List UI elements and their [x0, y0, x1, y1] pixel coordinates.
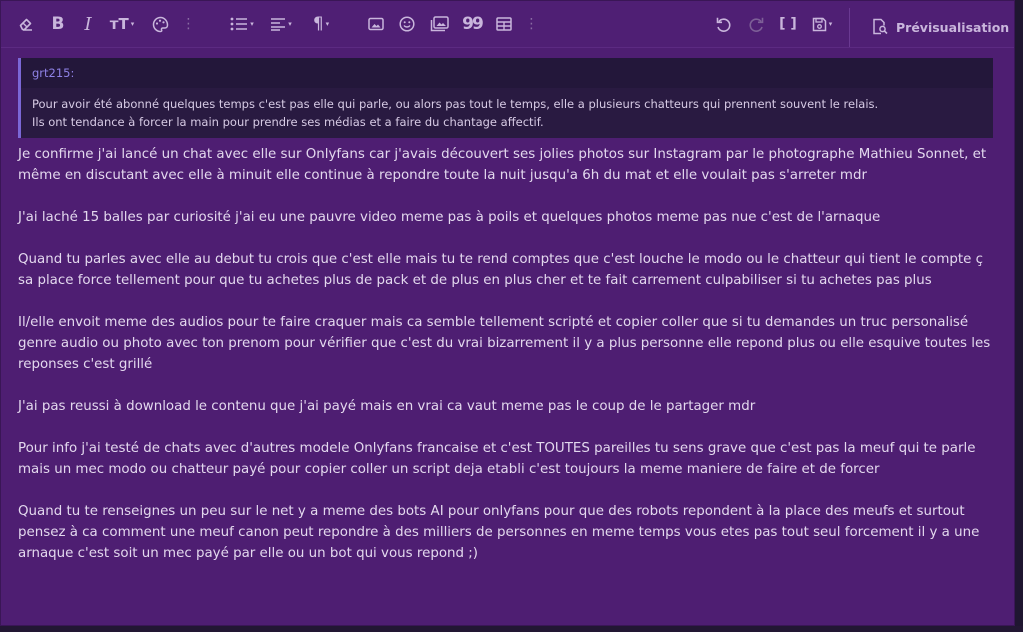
save-draft-icon — [812, 17, 827, 32]
brackets-icon: [ ] — [779, 16, 797, 32]
message-paragraph: Quand tu parles avec elle au debut tu cr… — [18, 252, 988, 288]
align-dropdown[interactable]: ▾ — [266, 14, 296, 34]
text-size-dropdown[interactable]: тT ▾ — [105, 14, 139, 34]
paragraph-icon: ¶ — [312, 14, 324, 34]
quote-body: Pour avoir été abonné quelques temps c'e… — [21, 88, 993, 131]
rich-text-editor: B I тT ▾ ⋮ ▾ ▾ ¶ ▾ 99 ⋮ [] ▾ Prévisuali… — [0, 0, 1015, 626]
text-color-button[interactable] — [150, 14, 170, 34]
undo-button[interactable] — [713, 14, 733, 34]
chevron-down-icon: ▾ — [250, 20, 254, 28]
more-options-button[interactable]: ⋮ — [181, 14, 196, 34]
bold-icon: B — [51, 14, 65, 34]
undo-icon — [715, 16, 732, 33]
message-paragraph: J'ai laché 15 balles par curiosité j'ai … — [18, 210, 881, 225]
preview-document-icon — [872, 18, 888, 38]
message-paragraph: J'ai pas reussi à download le contenu qu… — [18, 399, 756, 414]
redo-icon — [748, 16, 765, 33]
eraser-icon — [18, 16, 34, 32]
more-vertical-icon: ⋮ — [524, 16, 539, 32]
more-insert-options-button[interactable]: ⋮ — [524, 14, 539, 34]
smiley-icon — [399, 16, 415, 32]
image-icon — [368, 17, 384, 31]
table-icon — [496, 17, 512, 31]
redo-button[interactable] — [746, 14, 766, 34]
chevron-down-icon: ▾ — [288, 20, 292, 28]
quote-line: Ils ont tendance à forcer la main pour p… — [32, 115, 544, 129]
italic-icon: I — [84, 13, 92, 35]
message-paragraph: Pour info j'ai testé de chats avec d'aut… — [18, 441, 980, 477]
page-background-edge — [1015, 0, 1023, 632]
page-background-edge — [0, 626, 1023, 632]
message-paragraph: Je confirme j'ai lancé un chat avec elle… — [18, 147, 991, 183]
italic-button[interactable]: I — [78, 13, 98, 35]
preview-label: Prévisualisation — [896, 20, 1010, 35]
paragraph-dropdown[interactable]: ¶ ▾ — [306, 14, 336, 34]
quoted-message: grt215: Pour avoir été abonné quelques t… — [18, 58, 993, 138]
list-icon — [230, 17, 248, 31]
bold-button[interactable]: B — [48, 14, 68, 34]
text-size-icon: тT — [109, 15, 129, 33]
message-text-area[interactable]: Je confirme j'ai lancé un chat avec elle… — [18, 144, 993, 585]
palette-icon — [152, 16, 169, 33]
more-vertical-icon: ⋮ — [181, 16, 196, 32]
message-paragraph: Quand tu te renseignes un peu sur le net… — [18, 504, 984, 561]
preview-button[interactable]: Prévisualisation — [849, 8, 1014, 47]
align-left-icon — [270, 17, 286, 31]
clear-formatting-button[interactable] — [16, 14, 36, 34]
insert-image-button[interactable] — [366, 14, 386, 34]
quote-icon: 99 — [462, 14, 484, 34]
insert-table-button[interactable] — [494, 14, 514, 34]
chevron-down-icon: ▾ — [325, 20, 330, 28]
message-paragraph: Il/elle envoit meme des audios pour te f… — [18, 315, 995, 372]
drafts-dropdown[interactable]: ▾ — [807, 14, 837, 34]
quote-author[interactable]: grt215: — [21, 58, 993, 88]
chevron-down-icon: ▾ — [130, 20, 135, 28]
toggle-bbcode-button[interactable]: [ ] — [777, 14, 799, 34]
chevron-down-icon: ▾ — [828, 20, 833, 28]
insert-quote-button[interactable]: 99 — [461, 14, 484, 34]
list-dropdown[interactable]: ▾ — [226, 14, 258, 34]
editor-toolbar: B I тT ▾ ⋮ ▾ ▾ ¶ ▾ 99 ⋮ [] ▾ Prévisuali… — [1, 1, 1014, 48]
insert-gallery-button[interactable] — [428, 14, 450, 34]
quote-line: Pour avoir été abonné quelques temps c'e… — [32, 97, 879, 111]
insert-emoji-button[interactable] — [397, 14, 417, 34]
gallery-icon — [430, 16, 449, 32]
